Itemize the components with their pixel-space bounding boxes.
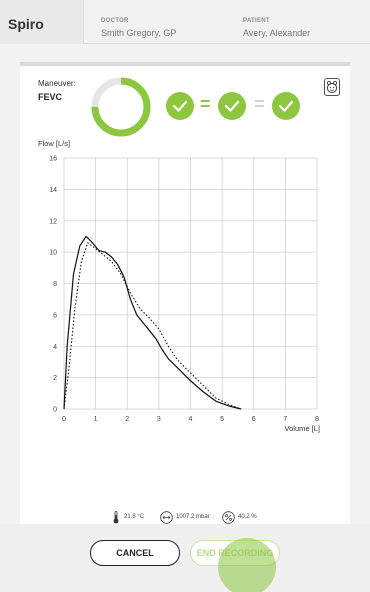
x-tick-label: 0 <box>62 416 66 423</box>
touch-indicator <box>218 538 276 592</box>
x-tick-label: 7 <box>283 416 287 423</box>
flow-volume-chart: 0 1 2 3 4 5 6 7 80246810121416Flow [L/s]Volume [… <box>38 139 320 433</box>
y-tick-label: 16 <box>49 156 57 163</box>
app-title: Spiro <box>8 16 44 32</box>
pressure-value: 1007.2 mbar <box>176 514 210 520</box>
cancel-button[interactable]: CANCEL <box>90 540 180 566</box>
x-tick-label: 5 <box>220 416 224 423</box>
temperature-value: 21.8 °C <box>124 514 145 520</box>
x-tick-label: 1 <box>94 416 98 423</box>
y-tick-label: 10 <box>49 250 57 257</box>
top-bar: Spiro DOCTOR Smith Gregory, GP PATIENT A… <box>0 0 370 44</box>
x-tick-label: 4 <box>189 416 193 423</box>
measurement-panel: Maneuver: FEVC = = 0 1 2 3 4 5 6 7 8 0 2 4 6 8 10 12 14 1… <box>20 62 350 524</box>
y-tick-label: 8 <box>53 281 57 288</box>
predicted-curve <box>63 242 242 410</box>
x-tick-label: 2 <box>125 416 129 423</box>
action-bar: CANCEL END RECORDING <box>0 524 370 592</box>
doctor-label: DOCTOR <box>101 18 129 24</box>
x-axis-label: Volume [L] <box>285 424 320 433</box>
x-tick-label: 8 <box>315 416 319 423</box>
measured-curve <box>63 235 242 410</box>
patient-label: PATIENT <box>243 18 270 24</box>
y-tick-label: 6 <box>53 312 57 319</box>
y-tick-label: 2 <box>53 375 57 382</box>
doctor-name: Smith Gregory, GP <box>101 28 177 38</box>
x-tick-label: 3 <box>157 416 161 423</box>
patient-name: Avery, Alexander <box>243 28 311 38</box>
x-tick-label: 6 <box>252 416 256 423</box>
humidity-icon <box>222 511 235 524</box>
thermometer-icon <box>113 511 119 524</box>
pressure-icon <box>160 511 173 524</box>
app-tab[interactable]: Spiro <box>0 0 84 44</box>
y-tick-label: 14 <box>49 187 57 194</box>
y-tick-label: 4 <box>53 344 57 351</box>
y-tick-label: 12 <box>49 218 57 225</box>
humidity-value: 40.2 % <box>238 514 257 520</box>
y-axis-label: Flow [L/s] <box>38 139 70 148</box>
y-tick-label: 0 <box>53 407 57 414</box>
